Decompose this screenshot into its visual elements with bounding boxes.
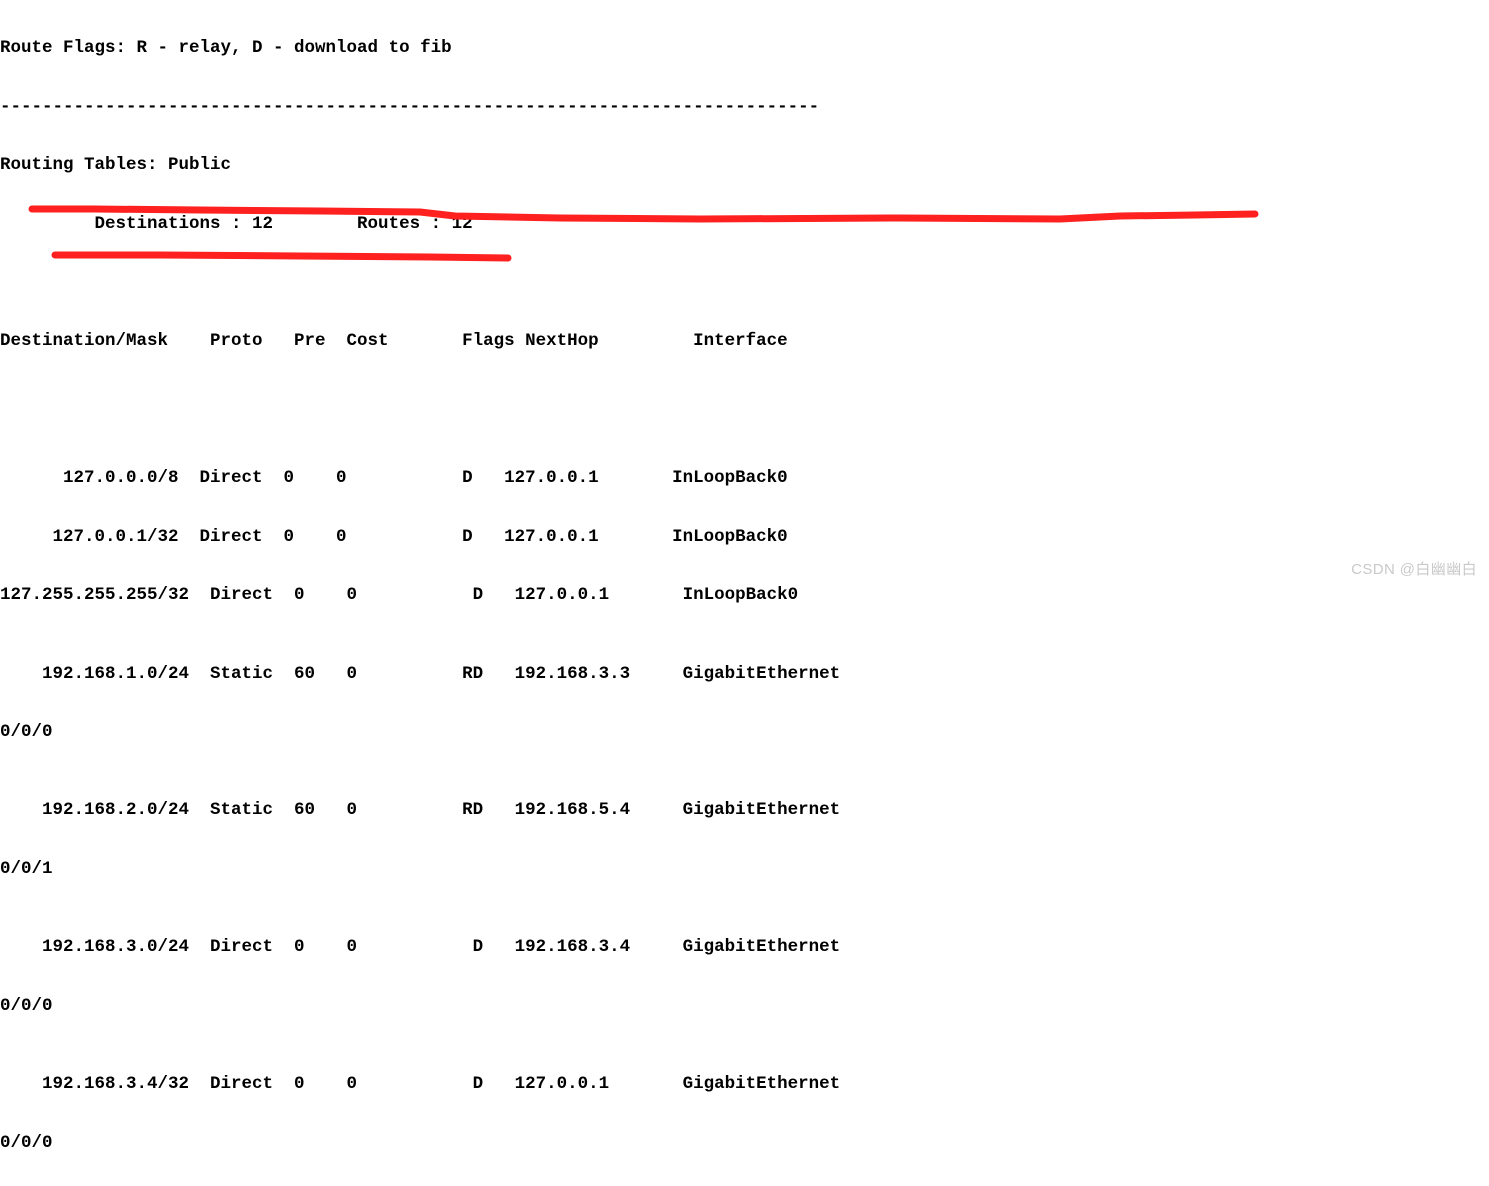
separator-line: ----------------------------------------… (0, 96, 820, 117)
table-row-wrap: 0/0/0 (0, 995, 53, 1016)
routing-tables-line: Routing Tables: Public (0, 155, 232, 176)
table-row-wrap: 0/0/0 (0, 1132, 53, 1153)
table-row-wrap: 0/0/1 (0, 859, 53, 880)
route-flags-line: Route Flags: R - relay, D - download to … (0, 38, 452, 59)
blank-line-2 (0, 391, 1489, 411)
table-row: 127.255.255.255/32 Direct 0 0 D 127.0.0.… (0, 585, 799, 606)
table-row-wrap: 0/0/0 (0, 722, 53, 743)
table-row: 192.168.1.0/24 Static 60 0 RD 192.168.3.… (0, 663, 841, 684)
summary-line: Destinations : 12 Routes : 12 (0, 214, 473, 235)
table-row: 127.0.0.1/32 Direct 0 0 D 127.0.0.1 InLo… (0, 526, 788, 547)
terminal-output: Route Flags: R - relay, D - download to … (0, 0, 1489, 1152)
table-row: 192.168.3.4/32 Direct 0 0 D 127.0.0.1 Gi… (0, 1074, 841, 1095)
table-row: 192.168.2.0/24 Static 60 0 RD 192.168.5.… (0, 800, 841, 821)
table-header-row: Destination/Mask Proto Pre Cost Flags Ne… (0, 331, 788, 352)
blank-line-1 (0, 274, 1489, 294)
table-row: 192.168.3.0/24 Direct 0 0 D 192.168.3.4 … (0, 937, 841, 958)
table-row: 127.0.0.0/8 Direct 0 0 D 127.0.0.1 InLoo… (0, 468, 788, 489)
csdn-watermark: CSDN @白幽幽白 (1351, 561, 1477, 578)
